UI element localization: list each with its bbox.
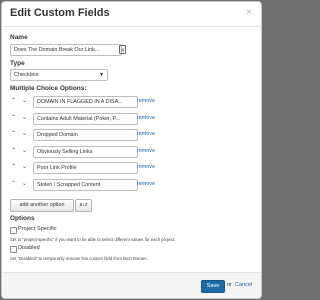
option-input[interactable]: Poor Link Profile [33, 162, 138, 174]
add-option-button[interactable]: add another option [10, 199, 74, 212]
move-up-icon[interactable]: ⌃ [11, 180, 16, 187]
name-input[interactable]: Does The Domain Break Our Link... [10, 44, 122, 56]
option-row: ⌃ ⌄ Dropped Domain remove [10, 129, 250, 141]
card-icon[interactable]: ▤ [119, 45, 126, 54]
reorder-arrows: ⌃ ⌄ [10, 113, 32, 125]
remove-option-link[interactable]: remove [137, 98, 155, 104]
disabled-label: Disabled [18, 245, 40, 251]
reorder-arrows: ⌃ ⌄ [10, 179, 32, 191]
disabled-checkbox[interactable] [10, 246, 17, 253]
move-up-icon[interactable]: ⌃ [11, 97, 16, 104]
sort-az-icon: a↓z [79, 202, 88, 208]
option-row: ⌃ ⌄ DOMAIN IN FLAGGED IN A DISA... remov… [10, 96, 250, 108]
move-down-icon[interactable]: ⌄ [22, 147, 27, 154]
save-button[interactable]: Save [201, 280, 225, 293]
project-specific-label: Project Specific [18, 226, 57, 232]
move-down-icon[interactable]: ⌄ [22, 114, 27, 121]
option-row: ⌃ ⌄ Poor Link Profile remove [10, 162, 250, 174]
name-label: Name [10, 34, 28, 41]
reorder-arrows: ⌃ ⌄ [10, 96, 32, 108]
remove-option-link[interactable]: remove [137, 148, 155, 154]
type-select-value: Checkbox [14, 72, 39, 78]
remove-option-link[interactable]: remove [137, 131, 155, 137]
reorder-arrows: ⌃ ⌄ [10, 146, 32, 158]
move-up-icon[interactable]: ⌃ [11, 114, 16, 121]
option-input[interactable]: Obviously Selling Links [33, 146, 138, 158]
dialog-title: Edit Custom Fields [10, 7, 110, 19]
disabled-help: Set "Disabled" to temporarily remove thi… [10, 256, 148, 261]
options-section-label: Options [10, 215, 35, 222]
close-icon[interactable]: × [246, 7, 252, 18]
option-input[interactable]: DOMAIN IN FLAGGED IN A DISA... [33, 96, 138, 108]
move-down-icon[interactable]: ⌄ [22, 130, 27, 137]
move-down-icon[interactable]: ⌄ [22, 180, 27, 187]
move-up-icon[interactable]: ⌃ [11, 163, 16, 170]
chevron-down-icon: ▼ [99, 72, 104, 78]
dialog-footer: Save or Cancel [2, 272, 261, 298]
remove-option-link[interactable]: remove [137, 164, 155, 170]
option-input[interactable]: Contains Adult Material (Poker, P... [33, 113, 138, 125]
type-select[interactable]: Checkbox ▼ [10, 69, 108, 81]
option-row: ⌃ ⌄ Obviously Selling Links remove [10, 146, 250, 158]
remove-option-link[interactable]: remove [137, 181, 155, 187]
move-up-icon[interactable]: ⌃ [11, 147, 16, 154]
move-down-icon[interactable]: ⌄ [22, 97, 27, 104]
reorder-arrows: ⌃ ⌄ [10, 129, 32, 141]
cancel-link[interactable]: Cancel [235, 282, 252, 288]
project-specific-help: Set to "project-specific" if you want to… [10, 237, 176, 242]
option-row: ⌃ ⌄ Stolen / Scrapped Content remove [10, 179, 250, 191]
move-down-icon[interactable]: ⌄ [22, 163, 27, 170]
sort-alphabetical-button[interactable]: a↓z [75, 199, 92, 212]
dialog-header: Edit Custom Fields × [2, 2, 261, 27]
or-text: or [227, 282, 232, 288]
move-up-icon[interactable]: ⌃ [11, 130, 16, 137]
type-label: Type [10, 60, 25, 67]
edit-custom-fields-dialog: Edit Custom Fields × Name Does The Domai… [1, 1, 262, 299]
option-input[interactable]: Stolen / Scrapped Content [33, 179, 138, 191]
option-row: ⌃ ⌄ Contains Adult Material (Poker, P...… [10, 113, 250, 125]
options-label: Multiple Choice Options: [10, 85, 87, 92]
reorder-arrows: ⌃ ⌄ [10, 162, 32, 174]
remove-option-link[interactable]: remove [137, 115, 155, 121]
project-specific-checkbox[interactable] [10, 227, 17, 234]
option-input[interactable]: Dropped Domain [33, 129, 138, 141]
